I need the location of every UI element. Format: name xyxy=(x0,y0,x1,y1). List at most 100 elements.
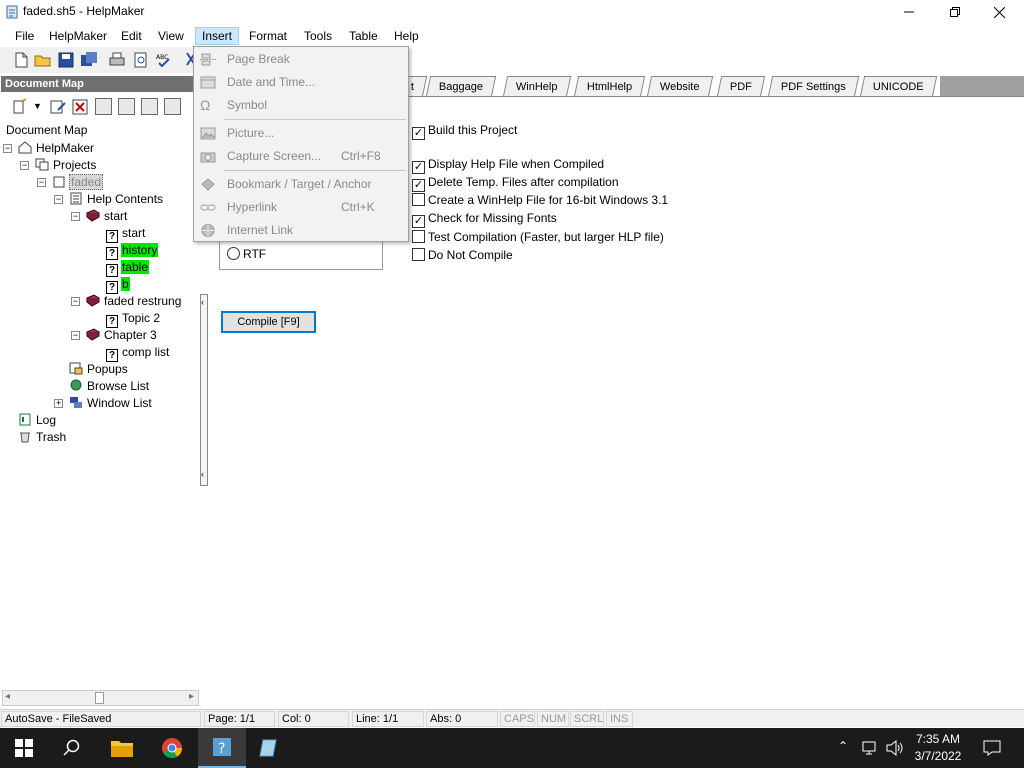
tab-unicode[interactable]: UNICODE xyxy=(859,76,937,97)
save-icon[interactable] xyxy=(57,51,75,69)
delete-topic-icon[interactable] xyxy=(71,98,89,116)
menu-edit[interactable]: Edit xyxy=(115,27,148,45)
tree-node-window-list[interactable]: Window List xyxy=(69,395,153,412)
tree-node-history[interactable]: ? history xyxy=(106,242,159,260)
tree-node-table[interactable]: ? table xyxy=(106,259,150,277)
tab-pdf[interactable]: PDF xyxy=(716,76,766,97)
menu-item-picture[interactable]: Picture... xyxy=(194,122,408,145)
taskbar-clock[interactable]: 7:35 AM 3/7/2022 xyxy=(910,731,966,765)
add-topic-icon[interactable] xyxy=(11,98,29,116)
collapse-icon[interactable]: − xyxy=(37,178,46,187)
chevron-up-icon[interactable]: ⌃ xyxy=(838,739,848,753)
tab-pdf-settings[interactable]: PDF Settings xyxy=(767,76,860,97)
taskbar-file-explorer[interactable] xyxy=(98,728,146,768)
unchecked-box-icon xyxy=(412,248,425,261)
taskbar-helpmaker[interactable]: ? xyxy=(198,728,246,768)
menu-item-date-time[interactable]: Date and Time... xyxy=(194,71,408,94)
menu-tools[interactable]: Tools xyxy=(298,27,338,45)
taskbar-chrome[interactable] xyxy=(148,728,196,768)
edit-topic-icon[interactable] xyxy=(49,98,67,116)
menu-helpmaker[interactable]: HelpMaker xyxy=(43,27,113,45)
expand-icon[interactable]: + xyxy=(54,399,63,408)
save-all-icon[interactable] xyxy=(80,51,98,69)
display-help-checkbox[interactable]: ✓ Display Help File when Compiled xyxy=(412,157,604,174)
collapse-icon[interactable]: − xyxy=(20,161,29,170)
tree-node-popups[interactable]: Popups xyxy=(69,361,129,378)
network-icon[interactable] xyxy=(862,740,880,756)
menu-item-bookmark[interactable]: Bookmark / Target / Anchor xyxy=(194,173,408,196)
dropdown-arrow-icon[interactable]: ▼ xyxy=(33,101,42,111)
tree-node-start-book[interactable]: start xyxy=(86,208,128,225)
tree-node-log[interactable]: Log xyxy=(18,412,57,429)
tree-node-helpmaker[interactable]: HelpMaker xyxy=(18,140,95,157)
delete-temp-checkbox[interactable]: ✓ Delete Temp. Files after compilation xyxy=(412,175,619,192)
tree-node-start-topic[interactable]: ? start xyxy=(106,225,146,243)
test-compile-checkbox[interactable]: Test Compilation (Faster, but larger HLP… xyxy=(412,230,664,245)
outdent-icon[interactable] xyxy=(164,98,181,115)
tab-website[interactable]: Website xyxy=(646,76,713,97)
collapse-icon[interactable]: − xyxy=(3,144,12,153)
tree-node-faded-restrung[interactable]: faded restrung xyxy=(86,293,182,310)
compile-button[interactable]: Compile [F9] xyxy=(221,311,316,333)
horizontal-scrollbar[interactable]: ◂ ▸ xyxy=(2,690,199,706)
collapse-icon[interactable]: − xyxy=(54,195,63,204)
globe-icon xyxy=(201,224,215,237)
menu-item-internet-link[interactable]: Internet Link xyxy=(194,219,408,242)
move-down-icon[interactable] xyxy=(118,98,135,115)
tree-node-b[interactable]: ? b xyxy=(106,276,130,294)
volume-icon[interactable] xyxy=(886,740,904,756)
minimize-button[interactable] xyxy=(886,0,932,24)
collapse-icon[interactable]: − xyxy=(71,212,80,221)
build-project-checkbox[interactable]: ✓ Build this Project xyxy=(412,123,517,140)
chevron-left-icon[interactable]: ‹ xyxy=(201,469,204,479)
home-icon xyxy=(18,141,32,154)
menu-view[interactable]: View xyxy=(152,27,190,45)
scroll-right-icon[interactable]: ▸ xyxy=(189,691,194,702)
search-button[interactable] xyxy=(48,728,96,768)
open-folder-icon[interactable] xyxy=(34,51,52,69)
menu-help[interactable]: Help xyxy=(388,27,425,45)
tree-node-comp-list[interactable]: ? comp list xyxy=(106,344,170,362)
menu-item-symbol[interactable]: Ω Symbol xyxy=(194,94,408,117)
rtf-radio[interactable]: RTF xyxy=(227,247,266,261)
tab-winhelp[interactable]: WinHelp xyxy=(502,76,571,97)
menu-file[interactable]: File xyxy=(9,27,40,45)
start-button[interactable] xyxy=(0,728,48,768)
menu-item-page-break[interactable]: Page Break xyxy=(194,48,408,71)
missing-fonts-checkbox[interactable]: ✓ Check for Missing Fonts xyxy=(412,211,557,228)
collapse-icon[interactable]: − xyxy=(71,297,80,306)
print-icon[interactable] xyxy=(108,51,126,69)
no-compile-checkbox[interactable]: Do Not Compile xyxy=(412,248,513,263)
tree-node-help-contents[interactable]: Help Contents xyxy=(69,191,164,208)
tree-node-topic2[interactable]: ? Topic 2 xyxy=(106,310,161,328)
print-preview-icon[interactable] xyxy=(132,51,150,69)
menu-item-hyperlink[interactable]: Hyperlink Ctrl+K xyxy=(194,196,408,219)
new-document-icon[interactable] xyxy=(12,51,30,69)
chevron-left-icon[interactable]: ‹ xyxy=(201,297,204,307)
tree-node-faded[interactable]: faded xyxy=(52,174,104,191)
collapse-icon[interactable]: − xyxy=(71,331,80,340)
scroll-thumb[interactable] xyxy=(95,692,104,704)
taskbar-notepad[interactable] xyxy=(246,728,294,768)
menu-item-capture-screen[interactable]: Capture Screen... Ctrl+F8 xyxy=(194,145,408,168)
menu-format[interactable]: Format xyxy=(243,27,293,45)
move-up-icon[interactable] xyxy=(95,98,112,115)
tree-node-projects[interactable]: Projects xyxy=(35,157,97,174)
indent-icon[interactable] xyxy=(141,98,158,115)
scroll-left-icon[interactable]: ◂ xyxy=(5,691,10,702)
tree-node-chapter3[interactable]: Chapter 3 xyxy=(86,327,158,344)
restore-button[interactable] xyxy=(932,0,978,24)
tree-node-trash[interactable]: Trash xyxy=(18,429,67,446)
menu-separator xyxy=(224,170,406,171)
notification-icon[interactable] xyxy=(983,740,1001,756)
tab-htmlhelp[interactable]: HtmlHelp xyxy=(573,76,646,97)
spellcheck-icon[interactable]: ABC xyxy=(155,51,173,69)
close-button[interactable] xyxy=(976,0,1022,24)
menu-table[interactable]: Table xyxy=(343,27,384,45)
tab-baggage[interactable]: Baggage xyxy=(425,76,497,97)
help-app-icon: ? xyxy=(213,738,231,757)
tree-node-browse-list[interactable]: Browse List xyxy=(69,378,150,395)
winhelp16-checkbox[interactable]: Create a WinHelp File for 16-bit Windows… xyxy=(412,193,668,208)
panel-splitter[interactable]: ‹ ‹ xyxy=(200,294,208,486)
menu-insert[interactable]: Insert xyxy=(195,27,240,45)
